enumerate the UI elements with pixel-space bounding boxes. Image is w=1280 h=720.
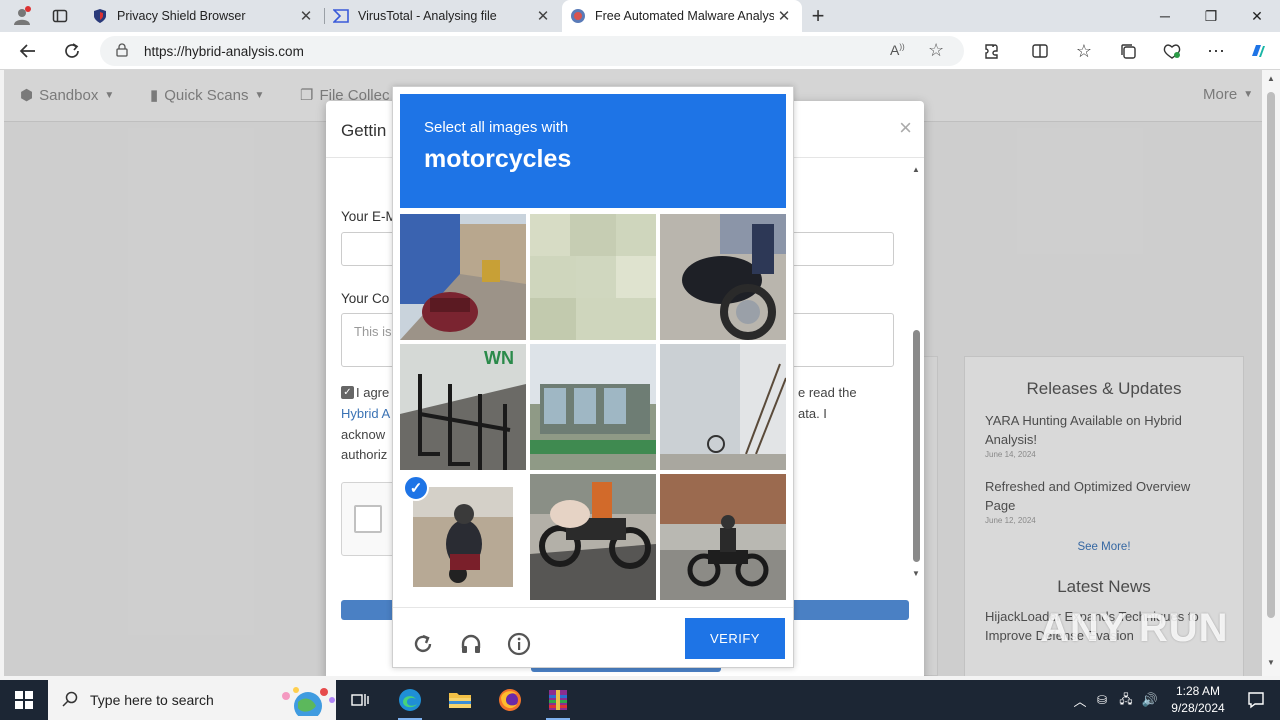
split-screen-icon[interactable] — [1026, 38, 1054, 64]
favorite-star-icon[interactable]: ☆ — [928, 40, 944, 61]
svg-text:WN: WN — [484, 348, 514, 368]
page-scroll-thumb[interactable] — [1267, 92, 1275, 618]
captcha-tile-5[interactable] — [530, 344, 656, 470]
profile-icon[interactable] — [8, 3, 36, 29]
captcha-tile-9[interactable] — [660, 474, 786, 600]
taskbar-search[interactable]: Type here to search — [48, 680, 336, 720]
selected-check-icon: ✓ — [403, 475, 429, 501]
verify-button[interactable]: VERIFY — [685, 618, 785, 659]
clock-time: 1:28 AM — [1175, 684, 1221, 698]
agree-text: Hybrid A acknow authoriz — [341, 406, 391, 462]
captcha-checkbox[interactable] — [354, 505, 382, 533]
restore-button[interactable]: ❐ — [1188, 0, 1234, 32]
scroll-down-icon[interactable]: ▼ — [912, 569, 920, 578]
challenge-footer: VERIFY — [393, 607, 793, 667]
captcha-tile-8[interactable] — [530, 474, 656, 600]
network-icon[interactable]: 🖧 — [1114, 690, 1138, 711]
edge-taskbar-icon[interactable] — [390, 684, 430, 720]
task-view-icon[interactable] — [340, 684, 380, 716]
tray-overflow-icon[interactable]: ︿ — [1070, 691, 1090, 710]
search-placeholder: Type here to search — [90, 692, 214, 708]
back-button[interactable] — [14, 38, 42, 64]
audio-challenge-icon[interactable] — [457, 630, 485, 658]
hybrid-analysis-icon — [570, 8, 586, 24]
address-bar[interactable]: https://hybrid-analysis.com A)) ☆ — [100, 36, 964, 66]
network-drive-icon[interactable]: ⛁ — [1090, 693, 1114, 707]
file-explorer-icon[interactable] — [440, 684, 480, 716]
scroll-up-icon[interactable]: ▲ — [1267, 74, 1275, 83]
virustotal-icon — [333, 8, 349, 24]
close-window-button[interactable]: ✕ — [1234, 0, 1280, 32]
favorites-icon[interactable]: ☆ — [1070, 38, 1098, 64]
challenge-prompt: Select all images with — [424, 119, 569, 136]
refresh-button[interactable] — [58, 38, 86, 64]
captcha-challenge: Select all images with motorcycles WN ✓ … — [392, 86, 794, 668]
challenge-header: Select all images with motorcycles — [400, 94, 786, 208]
tab-actions-icon[interactable] — [46, 3, 74, 29]
modal-close-button[interactable]: × — [899, 115, 912, 141]
tab-privacy-shield[interactable]: Privacy Shield Browser ✕ — [84, 0, 324, 32]
read-aloud-icon[interactable]: A)) — [890, 42, 905, 58]
search-highlight-icon — [272, 684, 338, 720]
url-text: https://hybrid-analysis.com — [144, 43, 304, 59]
tab-title: VirusTotal - Analysing file — [358, 9, 497, 23]
agree-text: I agre — [356, 385, 390, 400]
clock[interactable]: 1:28 AM 9/28/2024 — [1160, 683, 1236, 717]
tab-virustotal[interactable]: VirusTotal - Analysing file ✕ — [325, 0, 561, 32]
captcha-tile-1[interactable] — [400, 214, 526, 340]
collections-icon[interactable] — [1114, 38, 1142, 64]
close-tab-icon[interactable]: ✕ — [533, 7, 553, 25]
tab-hybrid-analysis[interactable]: Free Automated Malware Analysi ✕ — [562, 0, 802, 32]
copilot-icon[interactable] — [1244, 38, 1272, 64]
comment-label: Your Co — [341, 291, 390, 306]
refresh-challenge-icon[interactable] — [409, 630, 437, 658]
info-icon[interactable] — [505, 630, 533, 658]
captcha-tile-2[interactable] — [530, 214, 656, 340]
taskbar: Type here to search ︿ ⛁ 🖧 🔊 1:28 AM 9/28… — [0, 680, 1280, 720]
tab-title: Privacy Shield Browser — [117, 9, 246, 23]
notifications-icon[interactable] — [1236, 684, 1276, 716]
scroll-down-icon[interactable]: ▼ — [1267, 658, 1275, 667]
captcha-tile-6[interactable] — [660, 344, 786, 470]
anyrun-watermark: ANY RUN — [1040, 606, 1229, 650]
minimize-button[interactable]: ─ — [1142, 0, 1188, 32]
search-icon — [62, 691, 78, 710]
agree-text-right: e read the ata. I — [798, 385, 857, 421]
email-label: Your E-M — [341, 209, 397, 224]
challenge-target: motorcycles — [424, 145, 572, 173]
captcha-tile-4[interactable]: WN — [400, 344, 526, 470]
volume-icon[interactable]: 🔊 — [1138, 692, 1162, 708]
hybrid-analysis-link[interactable]: Hybrid A — [341, 406, 390, 421]
modal-title: Gettin — [341, 121, 387, 140]
toolbar: https://hybrid-analysis.com A)) ☆ ☆ ⋯ — [0, 32, 1280, 70]
browser-essentials-icon[interactable] — [1158, 38, 1186, 64]
scroll-up-icon[interactable]: ▲ — [912, 165, 920, 174]
agree-checkbox[interactable]: ✓ — [341, 386, 354, 399]
winrar-icon[interactable] — [538, 684, 578, 720]
page-scrollbar[interactable]: ▲ ▼ — [1262, 70, 1280, 676]
extensions-icon[interactable] — [978, 38, 1006, 64]
start-button[interactable] — [0, 680, 48, 720]
captcha-tile-3[interactable] — [660, 214, 786, 340]
close-tab-icon[interactable]: ✕ — [774, 7, 794, 25]
modal-scroll-thumb[interactable] — [913, 330, 920, 562]
clock-date: 9/28/2024 — [1171, 701, 1225, 715]
new-tab-button[interactable]: + — [804, 3, 832, 29]
tab-strip: Privacy Shield Browser ✕ VirusTotal - An… — [0, 0, 1280, 32]
close-tab-icon[interactable]: ✕ — [296, 7, 316, 25]
shield-icon — [92, 8, 108, 24]
firefox-icon[interactable] — [490, 684, 530, 716]
lock-icon[interactable] — [116, 42, 128, 60]
tab-title: Free Automated Malware Analysi — [595, 9, 774, 23]
more-menu-icon[interactable]: ⋯ — [1202, 38, 1230, 64]
